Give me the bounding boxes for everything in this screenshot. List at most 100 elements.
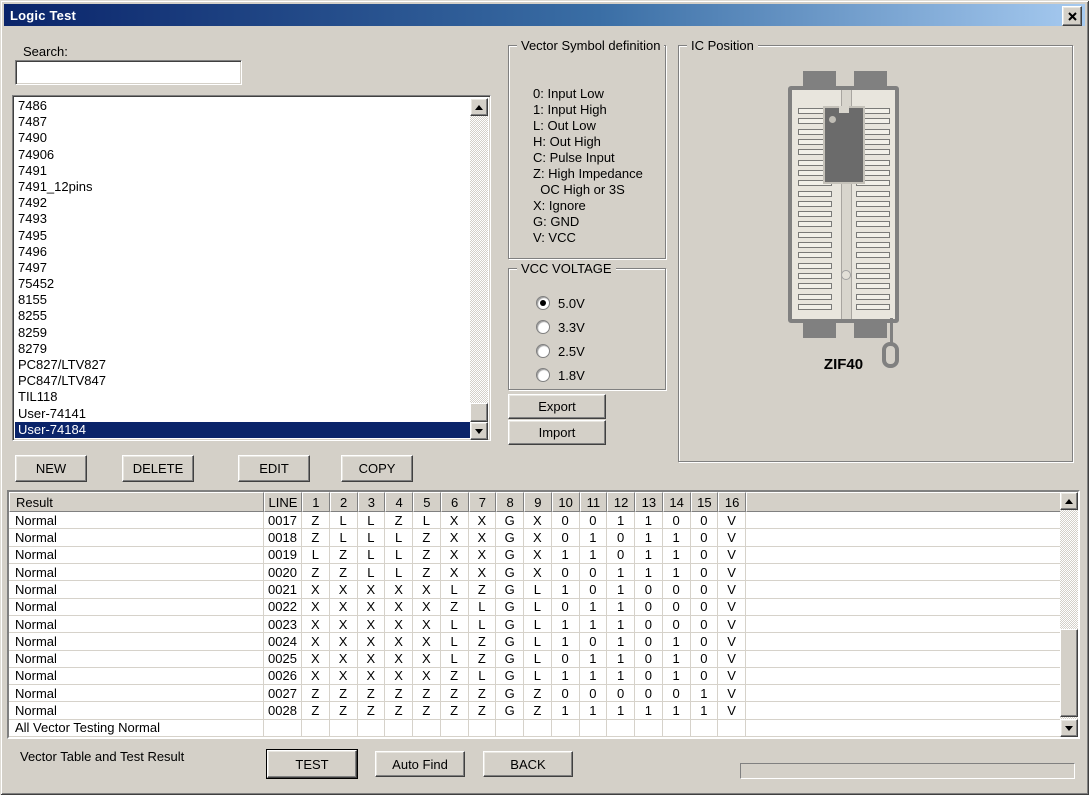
scroll-up-button[interactable] [1060, 492, 1078, 510]
table-row[interactable]: Normal 0027 Z Z Z Z Z Z Z G Z 0 0 0 0 0 1 V [9, 685, 1078, 703]
list-item[interactable]: 75452 [15, 276, 470, 292]
filler-cell [746, 616, 1078, 632]
table-row[interactable]: Normal 0022 X X X X X Z L G L 0 1 1 0 0 0 V [9, 598, 1078, 616]
scroll-up-button[interactable] [470, 98, 488, 116]
vector-cell: X [413, 598, 441, 615]
vector-cell: 1 [607, 512, 635, 529]
new-button[interactable]: NEW [15, 455, 87, 482]
vector-cell: X [441, 546, 469, 563]
vector-cell: 0 [691, 615, 719, 633]
test-button[interactable]: TEST [266, 749, 358, 779]
scroll-thumb[interactable] [1060, 629, 1078, 717]
radio-button[interactable] [536, 296, 550, 310]
column-header: 11 [579, 492, 608, 512]
list-item[interactable]: 7486 [15, 98, 470, 114]
table-row[interactable]: Normal 0021 X X X X X L Z G L 1 0 1 0 0 0 V [9, 581, 1078, 599]
copy-button[interactable]: COPY [341, 455, 413, 482]
back-button-label: BACK [510, 756, 546, 772]
vector-cell: L [524, 667, 552, 685]
vector-cell: 0 [635, 650, 663, 667]
list-item[interactable]: 7493 [15, 211, 470, 227]
vcc-option[interactable]: 3.3V [536, 319, 585, 335]
table-row[interactable]: Normal 0020 Z Z L L Z X X G X 0 0 1 1 1 0 V [9, 563, 1078, 582]
list-item[interactable]: 7487 [15, 114, 470, 130]
listbox-scrollbar[interactable] [470, 98, 488, 440]
table-row[interactable]: Normal 0019 L Z L L Z X X G X 1 1 0 1 1 0 V [9, 546, 1078, 564]
radio-button[interactable] [536, 320, 550, 334]
list-item[interactable]: User-74141 [15, 406, 470, 422]
list-item[interactable]: 8279 [15, 341, 470, 357]
scroll-down-button[interactable] [470, 422, 488, 440]
scroll-down-button[interactable] [1060, 719, 1078, 737]
vector-cell: X [358, 667, 386, 685]
vcc-option[interactable]: 2.5V [536, 343, 585, 359]
pin-slot [798, 262, 832, 269]
vector-cell: 1 [635, 563, 663, 581]
export-button[interactable]: Export [508, 394, 606, 419]
auto-find-button[interactable]: Auto Find [375, 751, 465, 777]
import-button[interactable]: Import [508, 420, 606, 445]
result-cell: Normal [9, 667, 264, 685]
list-item[interactable]: 8259 [15, 325, 470, 341]
radio-button[interactable] [536, 368, 550, 382]
table-row[interactable]: Normal 0025 X X X X X L Z G L 0 1 1 0 1 0 V [9, 650, 1078, 668]
search-input[interactable] [15, 60, 242, 85]
list-item[interactable]: TIL118 [15, 389, 470, 405]
table-row[interactable]: Normal 0024 X X X X X L Z G L 1 0 1 0 1 0 V [9, 633, 1078, 651]
window-title: Logic Test [10, 7, 77, 23]
list-item[interactable]: 7490 [15, 130, 470, 146]
table-row[interactable]: Normal 0026 X X X X X Z L G L 1 1 1 0 1 0 V [9, 667, 1078, 686]
column-header: 9 [524, 492, 552, 512]
delete-button[interactable]: DELETE [122, 455, 194, 482]
list-item[interactable]: PC847/LTV847 [15, 373, 470, 389]
table-row[interactable]: Normal 0018 Z L L L Z X X G X 0 1 0 1 1 0 V [9, 529, 1078, 547]
line-cell: 0019 [264, 546, 302, 563]
list-item[interactable]: 7491 [15, 163, 470, 179]
vector-cell: L [524, 650, 552, 667]
list-item[interactable]: 7491_12pins [15, 179, 470, 195]
vector-cell: G [496, 581, 524, 598]
vector-cell: X [385, 581, 413, 598]
vector-symbol-line: OC High or 3S [533, 182, 625, 197]
list-item[interactable]: 8255 [15, 308, 470, 324]
table-row[interactable]: Normal 0017 Z L L Z L X X G X 0 0 1 1 0 0 V [9, 512, 1078, 530]
close-button[interactable] [1062, 6, 1082, 26]
vcc-option[interactable]: 1.8V [536, 367, 585, 383]
back-button[interactable]: BACK [483, 751, 573, 777]
radio-button[interactable] [536, 344, 550, 358]
vector-cell: G [496, 702, 524, 719]
scroll-thumb[interactable] [470, 403, 488, 422]
vector-cell: L [330, 512, 358, 529]
table-row[interactable]: Normal 0028 Z Z Z Z Z Z Z G Z 1 1 1 1 1 1 V [9, 702, 1078, 720]
list-item[interactable]: PC827/LTV827 [15, 357, 470, 373]
list-item[interactable]: 7496 [15, 244, 470, 260]
column-header: 12 [607, 492, 635, 512]
vector-cell: X [469, 563, 497, 581]
vector-cell: 0 [663, 512, 691, 529]
vector-symbol-line: L: Out Low [533, 118, 596, 133]
result-cell: Normal [9, 546, 264, 563]
list-item[interactable]: 8155 [15, 292, 470, 308]
vector-cell: X [441, 529, 469, 546]
vector-cell: G [496, 685, 524, 702]
list-item[interactable]: 7492 [15, 195, 470, 211]
vector-cell: 1 [635, 529, 663, 546]
vector-cell: X [413, 650, 441, 667]
vcc-option[interactable]: 5.0V [536, 295, 585, 311]
vector-cell: G [496, 563, 524, 581]
list-item[interactable]: User-74184 [15, 421, 470, 438]
list-item[interactable]: 7495 [15, 228, 470, 244]
edit-button[interactable]: EDIT [238, 455, 310, 482]
table-row[interactable]: All Vector Testing Normal [9, 719, 1078, 737]
vector-cell: 1 [580, 598, 608, 615]
vector-cell: X [524, 563, 552, 581]
list-item[interactable]: 74906 [15, 147, 470, 163]
status-label: Vector Table and Test Result [20, 749, 185, 764]
vector-symbol-group-title: Vector Symbol definition [517, 38, 665, 53]
vector-cell: Z [413, 546, 441, 563]
list-item[interactable]: 7497 [15, 260, 470, 276]
table-scrollbar[interactable] [1060, 492, 1078, 737]
table-row[interactable]: Normal 0023 X X X X X L L G L 1 1 1 0 0 0 V [9, 615, 1078, 634]
pin-slot [798, 303, 832, 310]
scroll-track[interactable] [470, 116, 488, 422]
